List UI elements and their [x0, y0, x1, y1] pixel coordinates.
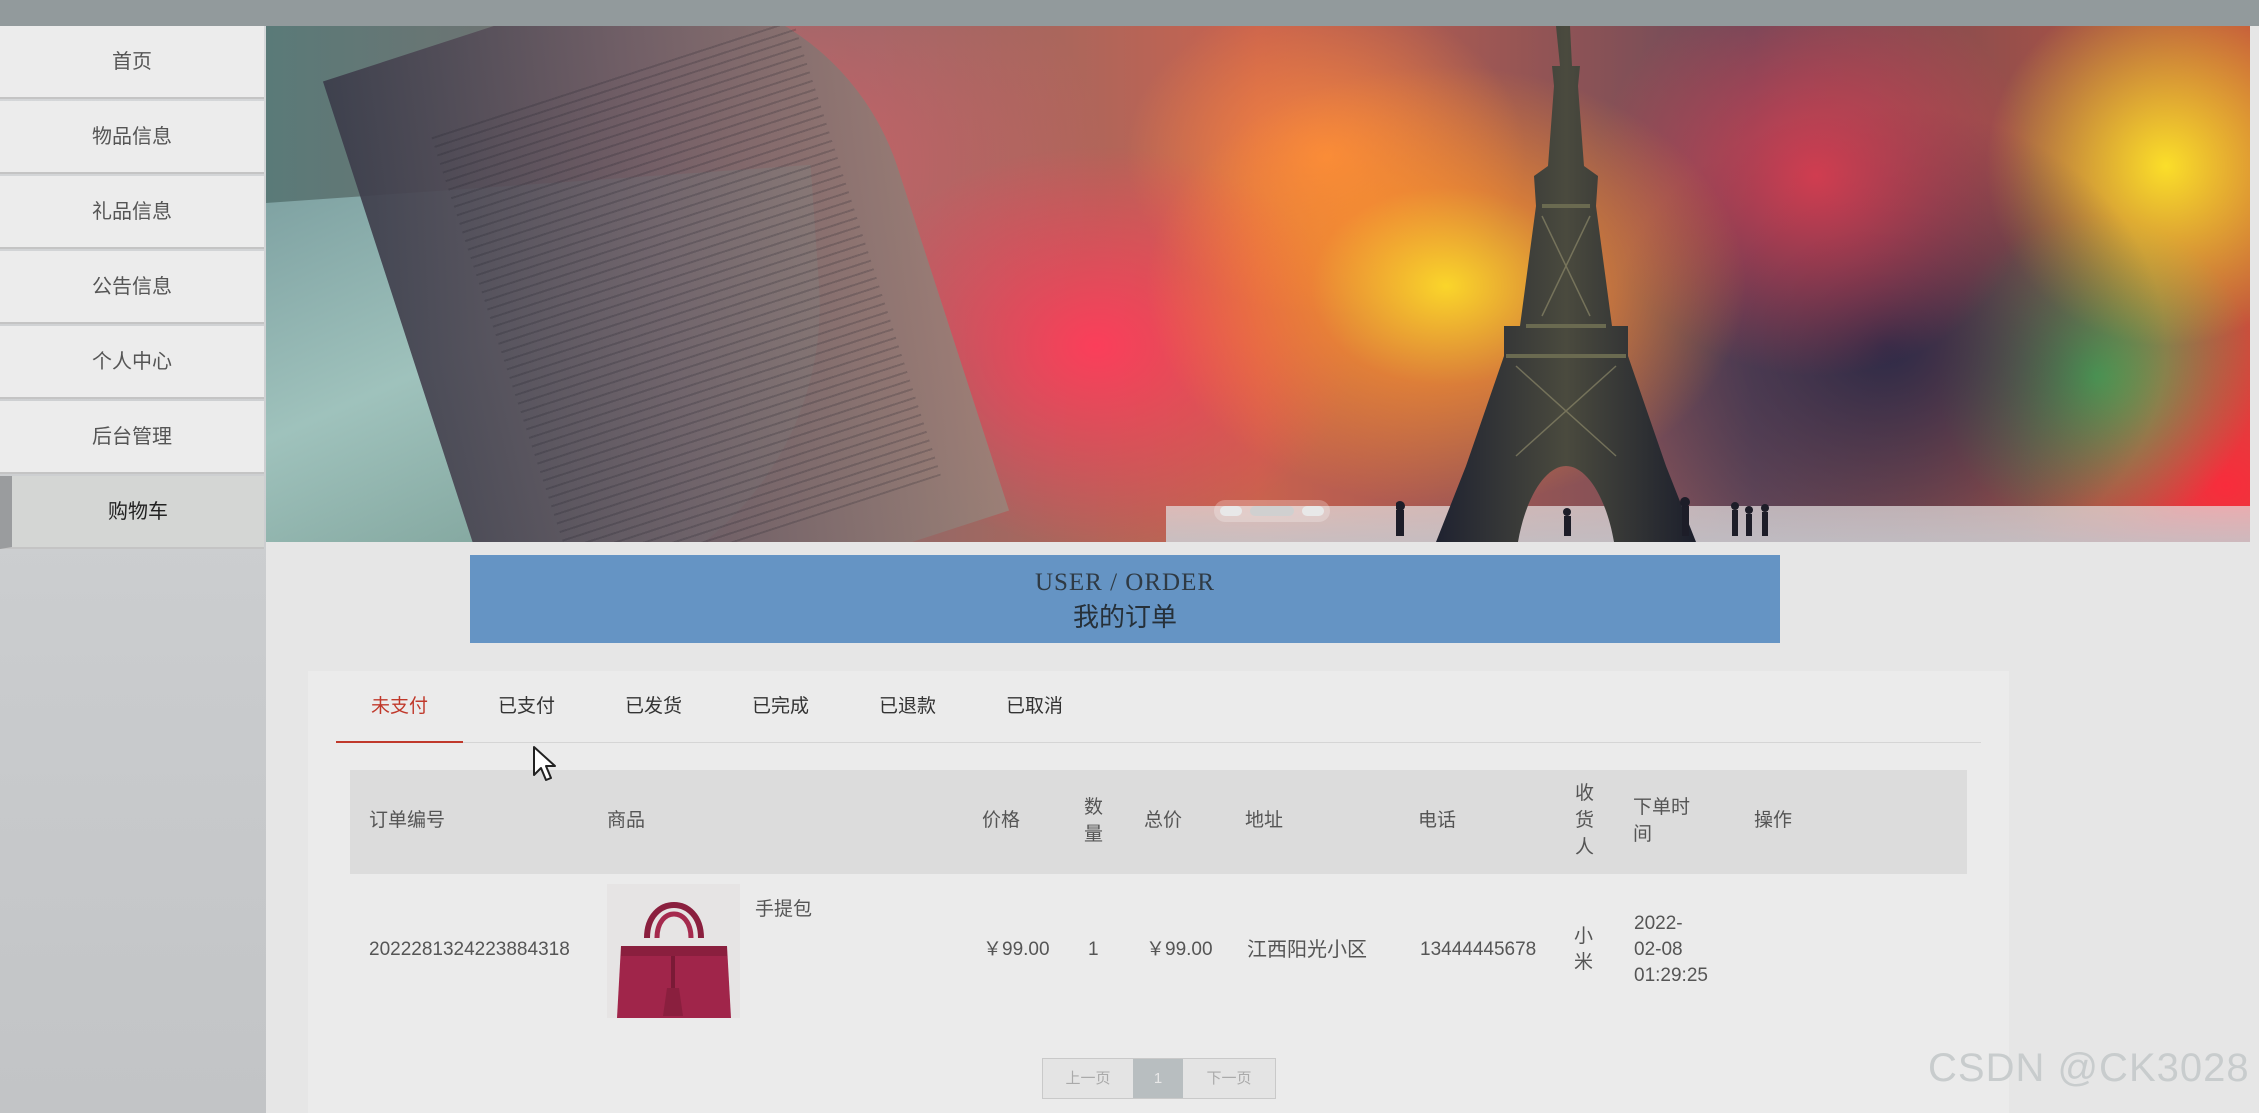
- sidebar-item-home[interactable]: 首页: [0, 26, 264, 99]
- product-quantity: 1: [1088, 939, 1099, 960]
- pagination: 上一页 1 下一页: [1042, 1058, 1276, 1099]
- next-page-button[interactable]: 下一页: [1183, 1059, 1275, 1098]
- order-time-date: 2022-: [1634, 913, 1683, 934]
- order-number: 2022281324223884318: [369, 939, 570, 960]
- banner-carousel[interactable]: [266, 26, 2250, 542]
- order-time-clock: 01:29:25: [1634, 965, 1708, 986]
- sidebar-item-cart[interactable]: 购物车: [0, 476, 264, 549]
- order-status-tabs: 未支付 已支付 已发货 已完成 已退款 已取消: [336, 693, 1981, 743]
- tab-refunded[interactable]: 已退款: [844, 693, 971, 743]
- phone-number: 13444445678: [1420, 939, 1537, 960]
- prev-page-button[interactable]: 上一页: [1043, 1059, 1133, 1098]
- sidebar-item-goods-info[interactable]: 物品信息: [0, 101, 264, 174]
- col-order-time: 下单时间: [1633, 797, 1691, 845]
- col-phone: 电话: [1418, 810, 1457, 831]
- top-bar: [0, 0, 2259, 26]
- tab-completed[interactable]: 已完成: [717, 693, 844, 743]
- sidebar: 首页 物品信息 礼品信息 公告信息 个人中心 后台管理 购物车: [0, 26, 266, 1113]
- product-price: ￥99.00: [983, 939, 1050, 960]
- section-title-cn: 我的订单: [1072, 602, 1177, 632]
- product-name[interactable]: 手提包: [755, 897, 812, 923]
- sidebar-item-gift-info[interactable]: 礼品信息: [0, 176, 264, 249]
- col-product: 商品: [607, 810, 646, 831]
- carousel-dot-1[interactable]: [1220, 506, 1242, 516]
- carousel-dot-3[interactable]: [1302, 506, 1324, 516]
- col-order-no: 订单编号: [369, 810, 446, 831]
- col-price: 价格: [982, 810, 1021, 831]
- order-time-date2: 02-08: [1634, 939, 1683, 960]
- tab-cancelled[interactable]: 已取消: [971, 693, 1098, 743]
- col-quantity: 数量: [1084, 797, 1104, 845]
- col-address: 地址: [1245, 810, 1284, 831]
- carousel-indicators: [1214, 500, 1330, 522]
- watermark: CSDN @CK3028: [1928, 1046, 2250, 1090]
- receiver-name: 小米: [1574, 926, 1594, 973]
- orders-table-header: 订单编号 商品 价格 数量 总价 地址 电话 收货人 下单时间 操作: [350, 770, 1967, 874]
- orders-panel: 未支付 已支付 已发货 已完成 已退款 已取消 订单编号 商品 价格 数量 总价…: [308, 671, 2009, 1113]
- tab-paid[interactable]: 已支付: [463, 693, 590, 743]
- section-header: USER / ORDER 我的订单: [470, 555, 1780, 643]
- carousel-dot-2[interactable]: [1250, 506, 1294, 516]
- handbag-image[interactable]: [607, 884, 740, 1018]
- sidebar-item-admin[interactable]: 后台管理: [0, 401, 264, 474]
- eiffel-tower-image: [1436, 26, 1696, 542]
- sidebar-item-personal-center[interactable]: 个人中心: [0, 326, 264, 399]
- mouse-cursor-icon: [533, 746, 556, 781]
- col-total: 总价: [1144, 810, 1183, 831]
- section-title-en: USER / ORDER: [1034, 569, 1216, 596]
- tab-shipped[interactable]: 已发货: [590, 693, 717, 743]
- sidebar-item-announcements[interactable]: 公告信息: [0, 251, 264, 324]
- col-actions: 操作: [1754, 810, 1793, 831]
- col-receiver: 收货人: [1575, 783, 1595, 858]
- page-1-button[interactable]: 1: [1133, 1059, 1183, 1098]
- order-total: ￥99.00: [1146, 939, 1213, 960]
- tab-unpaid[interactable]: 未支付: [336, 693, 463, 743]
- banner-people-silhouettes: [1396, 497, 1769, 536]
- shipping-address: 江西阳光小区: [1247, 939, 1367, 961]
